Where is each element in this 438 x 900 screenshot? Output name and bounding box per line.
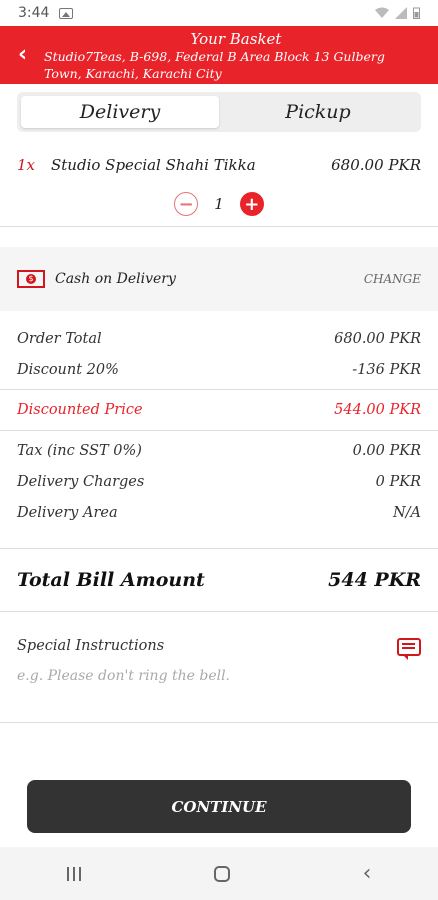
restaurant-address-line1: Studio7Teas, B-698, Federal B Area Block… <box>44 49 385 64</box>
recent-apps-icon[interactable] <box>66 866 81 881</box>
payment-method-label: Cash on Delivery <box>55 271 176 287</box>
discount-row: Discount 20% -136 PKR <box>0 354 438 385</box>
discount-value: -136 PKR <box>352 361 421 378</box>
decrease-quantity-button[interactable]: − <box>174 192 199 216</box>
home-icon[interactable] <box>213 865 230 882</box>
tax-row: Tax (inc SST 0%) 0.00 PKR <box>0 435 438 466</box>
delivery-charges-value: 0 PKR <box>375 473 421 490</box>
order-total-value: 680.00 PKR <box>334 330 421 347</box>
special-instructions-placeholder: e.g. Please don't ring the bell. <box>17 668 231 684</box>
quantity-stepper: − 1 + <box>0 192 438 216</box>
item-name: Studio Special Shahi Tikka <box>51 156 256 174</box>
order-total-label: Order Total <box>17 330 102 347</box>
continue-button[interactable]: CONTINUE <box>27 780 411 833</box>
discount-label: Discount 20% <box>17 361 119 378</box>
special-instructions-label: Special Instructions <box>17 638 165 654</box>
delivery-area-label: Delivery Area <box>17 504 118 521</box>
status-icons <box>375 7 420 19</box>
delivery-charges-row: Delivery Charges 0 PKR <box>0 466 438 497</box>
system-nav-bar: ‹ <box>0 847 438 900</box>
tab-pickup[interactable]: Pickup <box>219 96 417 128</box>
basket-header: ‹ Your Basket Studio7Teas, B-698, Federa… <box>0 26 438 84</box>
wifi-icon <box>375 7 389 18</box>
order-total-row: Order Total 680.00 PKR <box>0 323 438 354</box>
back-arrow-icon[interactable]: ‹ <box>18 42 27 67</box>
discounted-price-label: Discounted Price <box>17 402 143 418</box>
quantity-value: 1 <box>214 195 224 213</box>
special-instructions-field[interactable]: Special Instructions e.g. Please don't r… <box>0 612 438 722</box>
increase-quantity-button[interactable]: + <box>239 192 264 216</box>
delivery-charges-label: Delivery Charges <box>17 473 145 490</box>
restaurant-address-line2: Town, Karachi, Karachi City <box>44 66 222 81</box>
signal-icon <box>395 7 407 19</box>
chat-icon[interactable] <box>397 638 421 660</box>
image-notification-icon <box>59 7 74 19</box>
total-bill-label: Total Bill Amount <box>17 569 205 591</box>
page-title: Your Basket <box>190 30 282 48</box>
item-price: 680.00 PKR <box>331 156 421 174</box>
delivery-area-value: N/A <box>392 504 421 521</box>
basket-item: 1x Studio Special Shahi Tikka 680.00 PKR <box>0 156 438 174</box>
change-payment-link[interactable]: CHANGE <box>364 272 421 286</box>
discounted-price-row: Discounted Price 544.00 PKR <box>0 390 438 430</box>
divider <box>0 722 438 723</box>
cash-icon: $ <box>17 270 45 288</box>
order-type-tabs: Delivery Pickup <box>17 92 421 132</box>
delivery-area-row: Delivery Area N/A <box>0 497 438 528</box>
tax-label: Tax (inc SST 0%) <box>17 442 142 459</box>
total-bill-value: 544 PKR <box>328 569 421 591</box>
battery-icon <box>413 7 420 19</box>
discounted-price-value: 544.00 PKR <box>334 402 421 418</box>
total-bill-row: Total Bill Amount 544 PKR <box>0 549 438 611</box>
tab-delivery[interactable]: Delivery <box>21 96 219 128</box>
item-qty-label: 1x <box>17 156 36 174</box>
payment-method: $ Cash on Delivery CHANGE <box>0 247 438 311</box>
status-time: 3:44 <box>18 5 50 21</box>
back-icon[interactable]: ‹ <box>363 861 372 886</box>
divider <box>0 226 438 227</box>
status-bar: 3:44 <box>0 0 438 26</box>
tax-value: 0.00 PKR <box>352 442 421 459</box>
